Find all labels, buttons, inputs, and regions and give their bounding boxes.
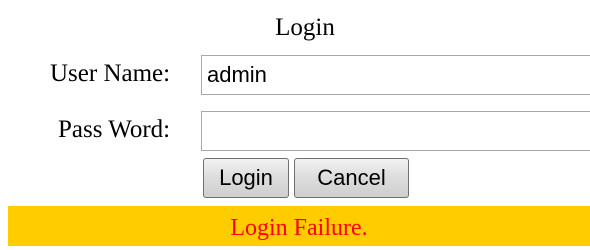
login-button[interactable]: Login [203, 158, 289, 198]
password-input[interactable] [201, 111, 590, 151]
cancel-button[interactable]: Cancel [294, 158, 409, 198]
status-message: Login Failure. [8, 206, 590, 246]
login-title: Login [275, 14, 335, 41]
username-input[interactable] [201, 55, 590, 95]
password-label: Pass Word: [58, 116, 171, 143]
username-label: User Name: [50, 60, 171, 87]
